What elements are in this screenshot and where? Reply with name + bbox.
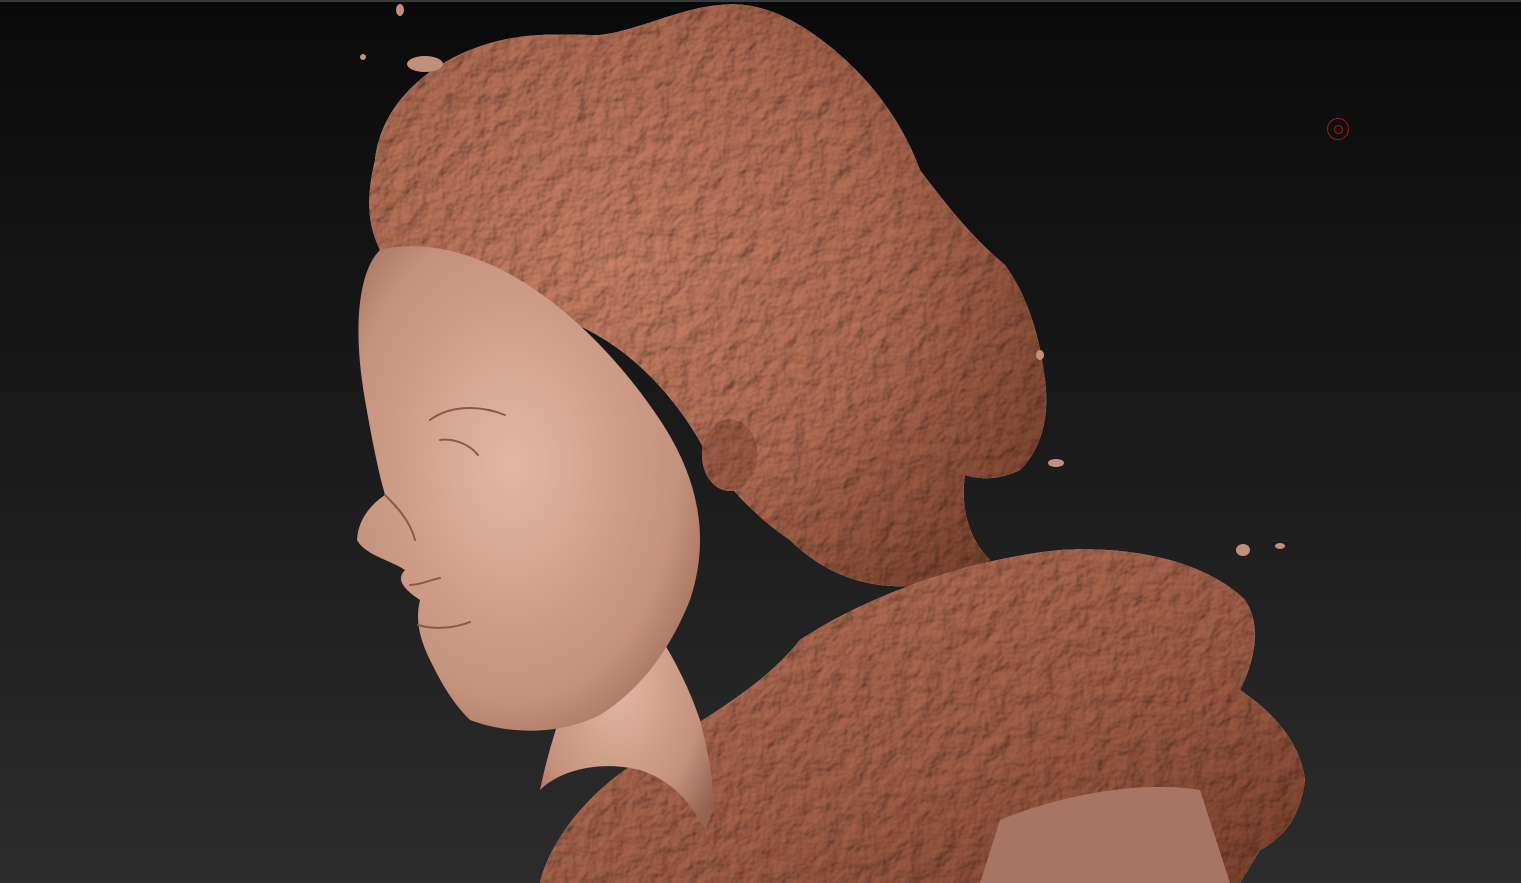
sculpted-bust-model[interactable] — [0, 0, 1521, 883]
brush-cursor-icon — [1327, 118, 1349, 140]
ear — [702, 419, 758, 491]
sculpt-viewport[interactable] — [0, 0, 1521, 883]
